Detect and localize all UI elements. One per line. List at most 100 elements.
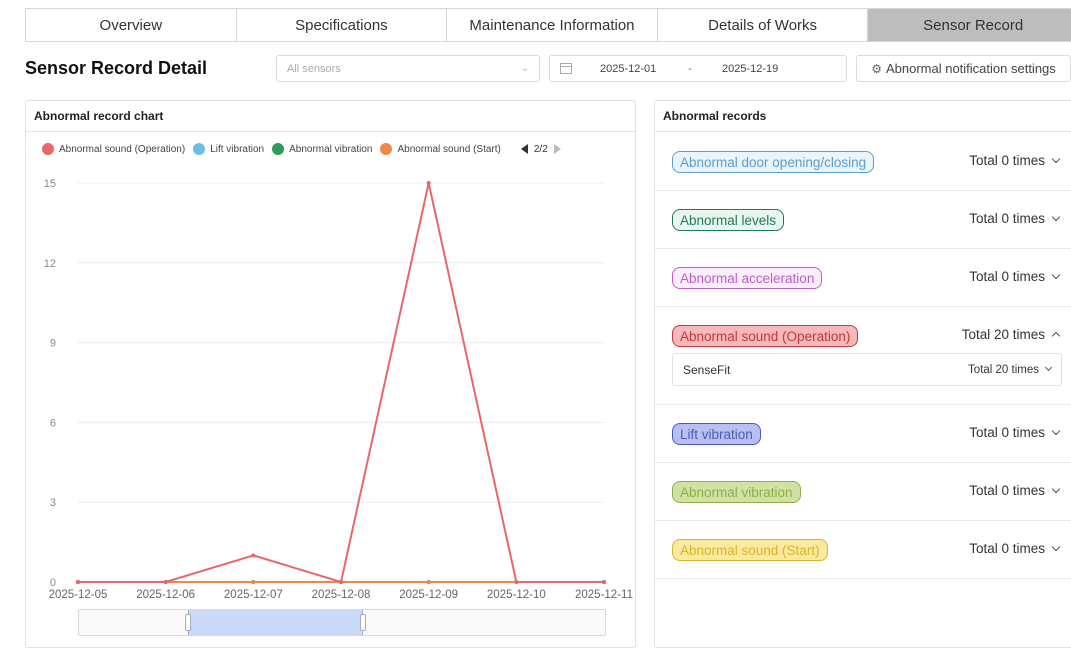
series-line <box>78 182 604 584</box>
sensor-select[interactable]: All sensors ⌄ <box>276 55 540 82</box>
data-point <box>426 580 431 584</box>
abnormal-record-chart-panel: Abnormal record chart Abnormal sound (Op… <box>25 100 636 648</box>
page-title: Sensor Record Detail <box>25 58 208 78</box>
legend-item[interactable]: Abnormal sound (Operation) <box>42 143 185 155</box>
record-total-label: Total 0 times <box>969 425 1045 440</box>
tab-specifications[interactable]: Specifications <box>236 9 448 41</box>
record-type-badge: Abnormal vibration <box>672 481 801 503</box>
chevron-down-icon <box>1044 363 1053 372</box>
calendar-icon <box>560 63 572 74</box>
chevron-down-icon <box>1051 270 1061 279</box>
legend-dot <box>42 143 54 155</box>
chart-panel-title: Abnormal record chart <box>26 101 635 132</box>
y-tick-label: 12 <box>44 258 56 270</box>
legend-item[interactable]: Abnormal vibration <box>272 143 372 155</box>
data-point <box>251 580 256 584</box>
record-type-badge: Abnormal levels <box>672 209 785 231</box>
tab-maintenance-information[interactable]: Maintenance Information <box>447 9 658 41</box>
data-point <box>163 580 168 584</box>
x-tick-label: 2025-12-06 <box>136 589 195 601</box>
record-row[interactable]: Lift vibration Total 0 times <box>655 405 1071 463</box>
legend-label: Lift vibration <box>210 143 265 155</box>
chevron-down-icon: ⌄ <box>520 63 529 74</box>
legend-dot <box>272 143 285 155</box>
record-row[interactable]: Abnormal sound (Start) Total 0 times <box>655 521 1071 579</box>
legend-next-icon[interactable] <box>553 144 561 154</box>
chevron-down-icon <box>1051 542 1061 551</box>
record-row[interactable]: Abnormal door opening/closing Total 0 tim… <box>655 133 1071 191</box>
chevron-down-icon <box>1051 154 1061 163</box>
x-tick-label: 2025-12-09 <box>399 589 458 601</box>
chevron-up-icon <box>1051 331 1061 341</box>
record-type-badge: Abnormal door opening/closing <box>672 151 875 173</box>
record-row[interactable]: Abnormal vibration Total 0 times <box>655 463 1071 521</box>
x-tick-label: 2025-12-07 <box>224 589 283 601</box>
data-point <box>426 181 431 185</box>
chevron-down-icon <box>1051 426 1061 435</box>
records-panel-title: Abnormal records <box>655 101 1071 132</box>
y-tick-label: 15 <box>44 178 56 190</box>
record-type-badge: Abnormal sound (Start) <box>672 539 828 561</box>
legend-dot <box>380 143 393 155</box>
gear-icon: ⚙ <box>871 61 882 76</box>
abnormal-records-panel: Abnormal records Abnormal door opening/c… <box>654 100 1071 648</box>
legend-prev-icon[interactable] <box>520 144 528 154</box>
zoom-handle-left[interactable] <box>185 614 191 631</box>
record-type-badge: Lift vibration <box>672 423 761 445</box>
record-total-label: Total 0 times <box>969 211 1045 226</box>
record-total-toggle[interactable]: Total 20 times <box>962 327 1061 342</box>
y-tick-label: 0 <box>50 577 56 589</box>
legend-pager: 2/2 <box>520 143 561 155</box>
zoom-handle-right[interactable] <box>360 614 366 631</box>
record-total-toggle[interactable]: Total 0 times <box>969 483 1061 498</box>
chart-legend: Abnormal sound (Operation) Lift vibratio… <box>42 143 561 155</box>
sensor-select-placeholder: All sensors <box>287 62 341 75</box>
data-point <box>76 580 80 584</box>
tab-bar: Overview Specifications Maintenance Info… <box>25 8 1071 42</box>
tab-sensor-record[interactable]: Sensor Record <box>868 9 1071 41</box>
data-point <box>602 580 606 584</box>
data-point <box>251 553 256 558</box>
y-tick-label: 3 <box>50 497 56 509</box>
record-total-label: Total 0 times <box>969 153 1045 168</box>
notification-settings-label: Abnormal notification settings <box>885 61 1056 76</box>
date-to[interactable]: 2025-12-19 <box>722 63 778 75</box>
record-type-badge: Abnormal acceleration <box>672 267 823 289</box>
record-type-badge: Abnormal sound (Operation) <box>672 325 859 347</box>
y-tick-label: 6 <box>50 417 56 429</box>
date-from[interactable]: 2025-12-01 <box>600 63 656 75</box>
legend-label: Abnormal vibration <box>289 143 373 155</box>
record-row[interactable]: Abnormal acceleration Total 0 times <box>655 249 1071 307</box>
legend-label: Abnormal sound (Operation) <box>59 143 186 155</box>
record-row[interactable]: Abnormal levels Total 0 times <box>655 191 1071 249</box>
x-tick-label: 2025-12-08 <box>312 589 371 601</box>
x-tick-label: 2025-12-11 <box>575 589 633 601</box>
sensor-total[interactable]: Total 20 times <box>968 363 1053 376</box>
y-tick-label: 9 <box>50 338 56 350</box>
record-total-toggle[interactable]: Total 0 times <box>969 269 1061 284</box>
legend-item[interactable]: Lift vibration <box>193 143 264 155</box>
legend-item[interactable]: Abnormal sound (Start) <box>380 143 501 155</box>
sensor-name: SenseFit <box>683 362 731 377</box>
x-tick-label: 2025-12-10 <box>487 589 546 601</box>
date-separator: - <box>688 62 692 75</box>
abnormal-notification-settings-button[interactable]: ⚙ Abnormal notification settings <box>856 55 1071 82</box>
record-total-label: Total 0 times <box>969 541 1045 556</box>
record-total-toggle[interactable]: Total 0 times <box>969 425 1061 440</box>
tab-details-of-works[interactable]: Details of Works <box>657 9 869 41</box>
zoom-slider[interactable] <box>78 609 606 636</box>
tab-overview[interactable]: Overview <box>26 9 237 41</box>
record-total-toggle[interactable]: Total 0 times <box>969 211 1061 226</box>
record-total-toggle[interactable]: Total 0 times <box>969 153 1061 168</box>
date-range-picker[interactable]: 2025-12-01 - 2025-12-19 <box>549 55 847 82</box>
chevron-down-icon <box>1051 212 1061 221</box>
sensor-total-label: Total 20 times <box>968 363 1039 376</box>
record-total-label: Total 0 times <box>969 483 1045 498</box>
sensor-sub-row[interactable]: SenseFit Total 20 times <box>672 353 1062 386</box>
legend-page-indicator: 2/2 <box>533 143 548 155</box>
data-point <box>339 580 343 584</box>
zoom-window[interactable] <box>185 610 366 635</box>
legend-dot <box>193 143 206 155</box>
record-total-toggle[interactable]: Total 0 times <box>969 541 1061 556</box>
x-tick-label: 2025-12-05 <box>49 589 108 601</box>
